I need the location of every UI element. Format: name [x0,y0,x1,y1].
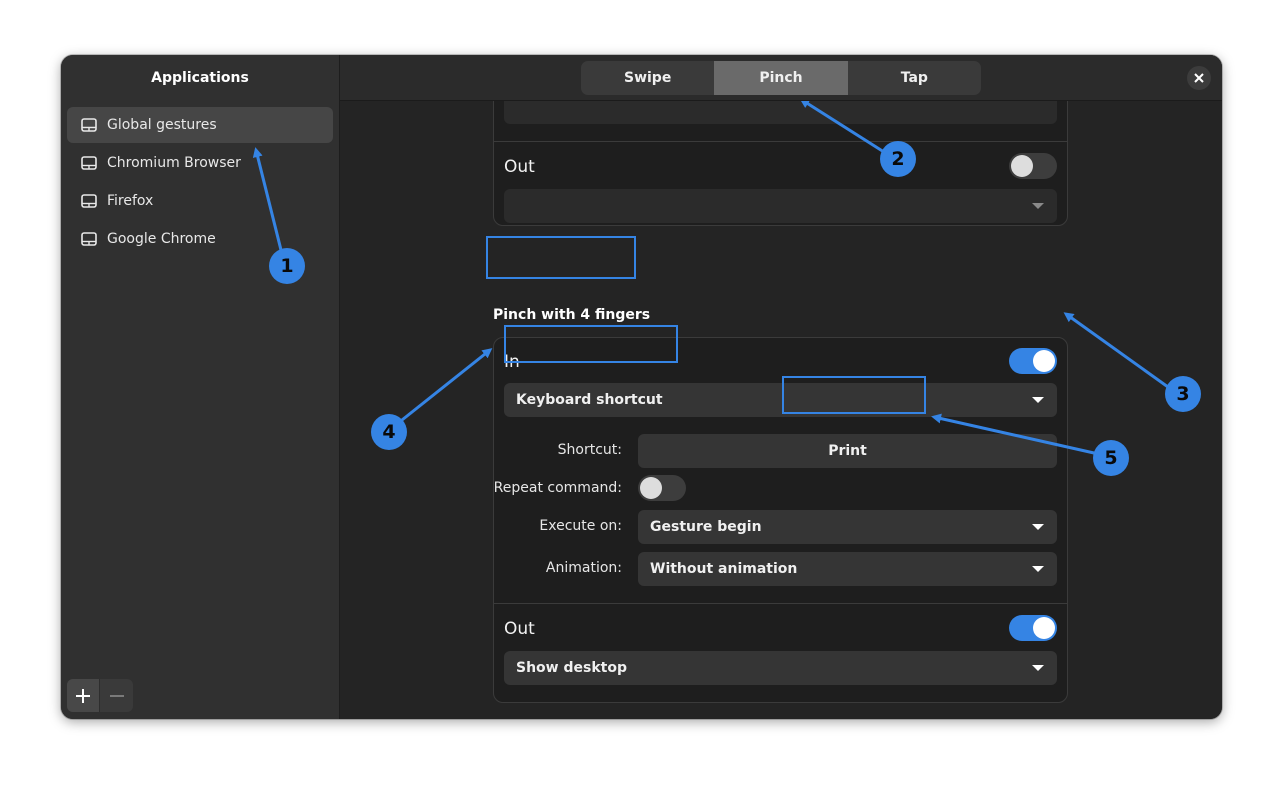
animation-label: Animation: [545,560,622,576]
in-action-value: Keyboard shortcut [516,392,663,408]
toggle-knob [1033,617,1055,639]
sidebar-item-label: Firefox [107,193,154,209]
card-separator [494,141,1067,142]
animation-value: Without animation [650,561,798,577]
previous-in-action-dropdown[interactable] [504,101,1057,124]
minus-icon [109,694,124,697]
annotation-marker-4: 4 [371,414,407,450]
previous-gesture-card: Out [493,101,1068,226]
annotation-marker-5: 5 [1093,440,1129,476]
execute-on-dropdown[interactable]: Gesture begin [638,510,1057,544]
sidebar: Applications Global gestures Chromium Br… [61,55,340,719]
sidebar-item-label: Google Chrome [107,231,216,247]
annotation-marker-1: 1 [269,248,305,284]
animation-dropdown[interactable]: Without animation [638,552,1057,586]
tab-pinch[interactable]: Pinch [714,61,848,95]
touchpad-icon [81,156,97,170]
add-application-button[interactable] [67,679,100,712]
toggle-knob [640,477,662,499]
app-list: Global gestures Chromium Browser Firefox… [61,101,339,265]
dropdown-arrow-icon [1032,203,1044,209]
repeat-command-label: Repeat command: [493,480,622,496]
dropdown-arrow-icon [1032,524,1044,530]
pinch-4-fingers-card: In Keyboard shortcut Shortcut: Print Rep… [493,337,1068,703]
dropdown-arrow-icon [1032,397,1044,403]
out-action-dropdown[interactable]: Show desktop [504,651,1057,685]
out-label: Out [504,619,535,639]
remove-application-button[interactable] [100,679,133,712]
tab-swipe[interactable]: Swipe [581,61,714,95]
shortcut-button[interactable]: Print [638,434,1057,468]
out-action-value: Show desktop [516,660,627,676]
close-icon [1194,73,1204,83]
sidebar-button-group [67,679,133,712]
previous-out-action-dropdown[interactable] [504,189,1057,223]
annotation-marker-3: 3 [1165,376,1201,412]
previous-out-label: Out [504,157,535,177]
touchpad-icon [81,232,97,246]
close-button[interactable] [1187,66,1211,90]
shortcut-label: Shortcut: [557,442,622,458]
card-separator [494,603,1067,604]
sidebar-item-label: Global gestures [107,117,217,133]
sidebar-item-chromium-browser[interactable]: Chromium Browser [67,145,333,181]
repeat-command-toggle[interactable] [638,475,686,501]
touchpad-icon [81,194,97,208]
annotation-marker-2: 2 [880,141,916,177]
dropdown-arrow-icon [1032,665,1044,671]
dropdown-arrow-icon [1032,566,1044,572]
touchpad-icon [81,118,97,132]
plus-icon [76,688,90,703]
sidebar-item-global-gestures[interactable]: Global gestures [67,107,333,143]
sidebar-title: Applications [151,70,249,86]
in-action-dropdown[interactable]: Keyboard shortcut [504,383,1057,417]
section-title-pinch-4-fingers: Pinch with 4 fingers [493,307,651,323]
toggle-knob [1033,350,1055,372]
sidebar-item-firefox[interactable]: Firefox [67,183,333,219]
sidebar-item-label: Chromium Browser [107,155,241,171]
toggle-knob [1011,155,1033,177]
tab-tap[interactable]: Tap [848,61,981,95]
in-label: In [504,352,520,372]
previous-out-toggle[interactable] [1009,153,1057,179]
shortcut-value: Print [828,443,867,459]
execute-on-label: Execute on: [539,518,622,534]
out-toggle[interactable] [1009,615,1057,641]
execute-on-value: Gesture begin [650,519,762,535]
in-toggle[interactable] [1009,348,1057,374]
main-panel: Swipe Pinch Tap Out Pinch with 4 fingers [340,55,1222,719]
settings-scroll-area: Out Pinch with 4 fingers In Keyboard sho… [340,101,1222,719]
app-window: Applications Global gestures Chromium Br… [61,55,1222,719]
gesture-type-tabs: Swipe Pinch Tap [581,61,981,95]
header-bar: Swipe Pinch Tap [340,55,1222,101]
